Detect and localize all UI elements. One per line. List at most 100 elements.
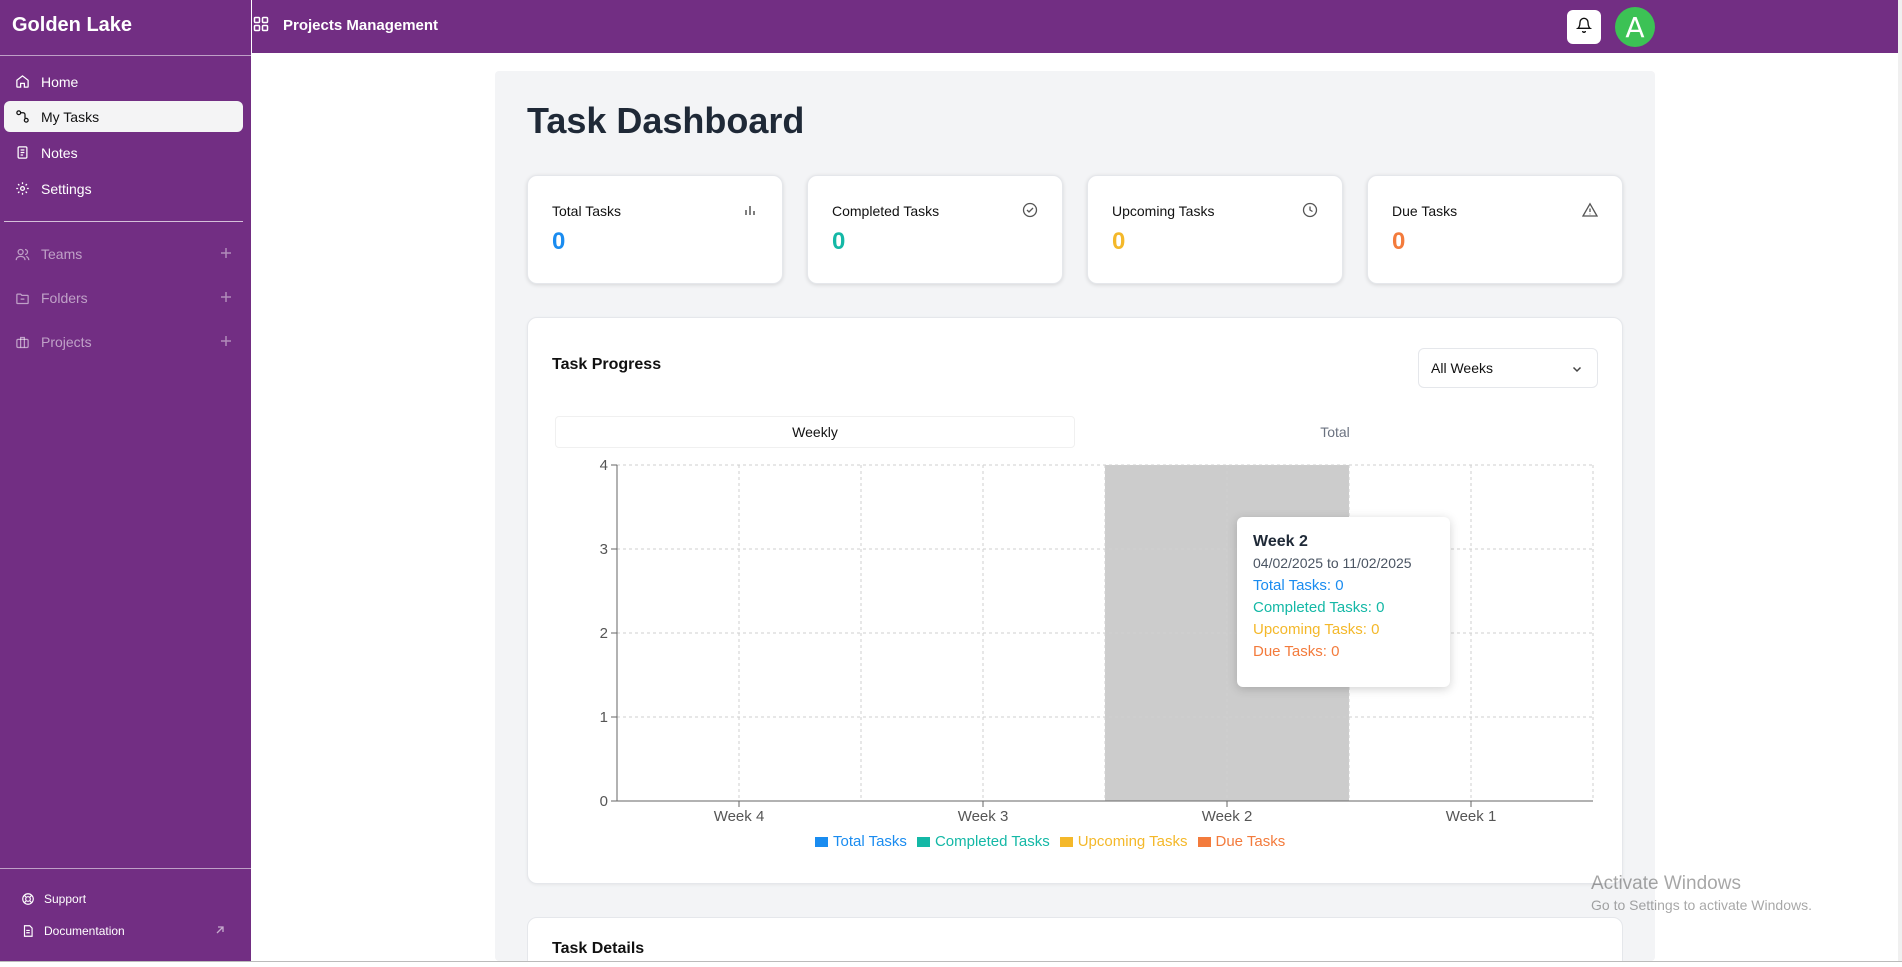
bar-chart-icon [742, 202, 758, 218]
avatar[interactable]: A [1615, 7, 1655, 47]
users-icon [13, 245, 31, 263]
watermark-line-2: Go to Settings to activate Windows. [1591, 897, 1812, 913]
tasks-icon [13, 108, 31, 126]
legend-swatch [1059, 836, 1073, 847]
grid-icon [253, 16, 271, 34]
y-tick-label: 2 [600, 625, 608, 642]
sidebar-item-label: Settings [41, 180, 92, 197]
stat-value: 0 [552, 228, 566, 255]
stat-card-due: Due Tasks 0 [1367, 175, 1623, 284]
sidebar: Golden Lake Home My Tasks Notes Settings… [0, 0, 251, 961]
divider [0, 868, 251, 869]
clock-icon [1302, 202, 1318, 218]
tab-weekly[interactable]: Weekly [555, 416, 1075, 448]
gear-icon [13, 180, 31, 198]
warning-icon [1581, 202, 1599, 218]
scrollbar-track[interactable] [1898, 0, 1902, 961]
legend-label: Upcoming Tasks [1077, 833, 1188, 850]
tooltip-total: Total Tasks: 0 [1253, 577, 1344, 594]
week-filter-select[interactable]: All Weeks [1418, 348, 1598, 388]
task-progress-title: Task Progress [552, 356, 662, 373]
stat-card-completed: Completed Tasks 0 [807, 175, 1063, 284]
documentation-link[interactable]: Documentation [20, 919, 230, 943]
task-details-card [527, 917, 1623, 967]
app-title: Projects Management [283, 16, 439, 34]
tooltip-date-range: 04/02/2025 to 11/02/2025 [1253, 555, 1412, 571]
external-link-icon [214, 924, 226, 936]
legend-label: Completed Tasks [934, 833, 1050, 850]
legend-swatch [1197, 836, 1211, 847]
x-tick-label: Week 3 [958, 808, 1009, 825]
sidebar-group-folders[interactable]: Folders [4, 283, 243, 313]
sidebar-group-label: Teams [41, 246, 83, 262]
sidebar-group-teams[interactable]: Teams [4, 239, 243, 269]
week-filter-value: All Weeks [1431, 360, 1493, 376]
sidebar-group-projects[interactable]: Projects [4, 327, 243, 357]
stat-label: Due Tasks [1392, 203, 1458, 219]
bottom-edge [0, 961, 1902, 967]
chart-tooltip: Week 2 04/02/2025 to 11/02/2025 Total Ta… [1237, 517, 1450, 687]
page-title: Task Dashboard [527, 100, 805, 141]
tooltip-due: Due Tasks: 0 [1253, 643, 1340, 660]
stat-value: 0 [832, 228, 846, 255]
tooltip-upcoming: Upcoming Tasks: 0 [1253, 621, 1380, 638]
bell-icon [1575, 17, 1593, 38]
sidebar-item-label: Notes [41, 144, 78, 161]
sidebar-item-home[interactable]: Home [4, 66, 243, 97]
sidebar-item-settings[interactable]: Settings [4, 173, 243, 204]
sidebar-item-label: My Tasks [41, 108, 100, 125]
documentation-label: Documentation [44, 924, 125, 938]
watermark-line-1: Activate Windows [1591, 873, 1741, 894]
stat-value: 0 [1112, 228, 1126, 255]
chevron-down-icon [1571, 362, 1583, 374]
sidebar-group-label: Projects [41, 334, 92, 350]
stat-label: Total Tasks [552, 203, 621, 219]
check-circle-icon [1022, 202, 1038, 218]
y-tick-label: 0 [600, 793, 608, 810]
folder-icon [13, 289, 31, 307]
legend-item-upcoming[interactable]: Upcoming Tasks [1059, 833, 1188, 850]
divider [4, 221, 243, 222]
lifebuoy-icon [20, 891, 36, 907]
add-team-icon[interactable] [219, 246, 233, 260]
support-link[interactable]: Support [20, 887, 230, 911]
y-tick-label: 1 [600, 709, 608, 726]
divider [0, 55, 251, 56]
legend-item-total[interactable]: Total Tasks [815, 833, 907, 850]
windows-activation-watermark: Activate Windows Go to Settings to activ… [1591, 873, 1812, 913]
legend-label: Total Tasks [833, 833, 907, 850]
notes-icon [13, 144, 31, 162]
y-tick-label: 4 [600, 457, 608, 474]
x-tick-label: Week 2 [1202, 808, 1253, 825]
support-label: Support [44, 892, 87, 906]
tab-total[interactable]: Total [1075, 416, 1595, 448]
app-switcher[interactable]: Projects Management [253, 16, 438, 34]
stat-value: 0 [1392, 228, 1406, 255]
legend-label: Due Tasks [1215, 833, 1286, 850]
x-tick-label: Week 4 [714, 808, 765, 825]
legend-item-completed[interactable]: Completed Tasks [916, 833, 1050, 850]
task-details-title: Task Details [552, 940, 645, 957]
add-project-icon[interactable] [219, 334, 233, 348]
document-icon [20, 923, 36, 939]
notifications-button[interactable] [1567, 10, 1601, 44]
legend-item-due[interactable]: Due Tasks [1197, 833, 1286, 850]
sidebar-item-my-tasks[interactable]: My Tasks [4, 101, 243, 132]
sidebar-group-label: Folders [41, 290, 88, 306]
stat-label: Upcoming Tasks [1112, 203, 1215, 219]
legend-swatch [815, 836, 828, 847]
chart-legend: Total Tasks Completed Tasks Upcoming Tas… [815, 833, 1295, 850]
stat-card-upcoming: Upcoming Tasks 0 [1087, 175, 1343, 284]
stat-card-total: Total Tasks 0 [527, 175, 783, 284]
y-tick-label: 3 [600, 541, 608, 558]
sidebar-item-label: Home [41, 73, 79, 90]
tooltip-title: Week 2 [1253, 533, 1308, 550]
tooltip-completed: Completed Tasks: 0 [1253, 599, 1385, 616]
briefcase-icon [13, 333, 31, 351]
sidebar-item-notes[interactable]: Notes [4, 137, 243, 168]
brand-name: Golden Lake [12, 14, 133, 36]
x-tick-label: Week 1 [1446, 808, 1497, 825]
legend-swatch [916, 836, 930, 847]
stat-label: Completed Tasks [832, 203, 940, 219]
add-folder-icon[interactable] [219, 290, 233, 304]
